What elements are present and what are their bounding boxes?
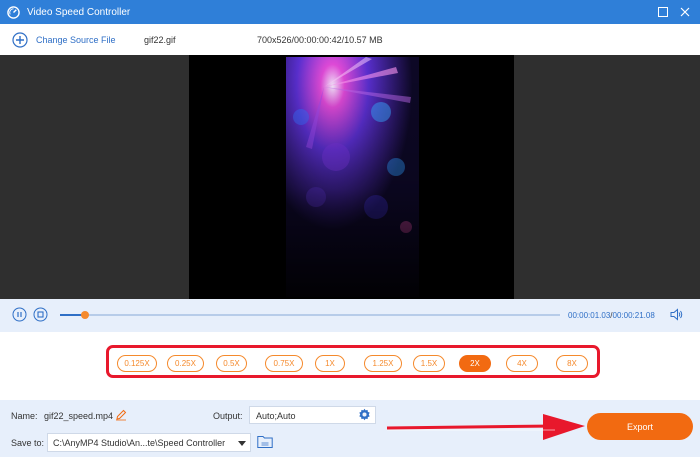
maximize-icon (658, 7, 668, 17)
app-logo-icon (7, 5, 20, 19)
speed-option-0_25X[interactable]: 0.25X (167, 355, 204, 372)
total-time: 00:00:21.08 (612, 311, 655, 320)
save-to-path: C:\AnyMP4 Studio\An...te\Speed Controlle… (53, 438, 226, 448)
speed-option-0_125X[interactable]: 0.125X (117, 355, 157, 372)
pause-button[interactable] (12, 307, 27, 322)
edit-name-icon[interactable] (115, 409, 127, 421)
maximize-button[interactable] (655, 4, 671, 20)
output-label: Output: (213, 411, 243, 421)
speed-panel: 0.125X 0.25X 0.5X 0.75X 1X 1.25X 1.5X 2X 4X 8X (0, 332, 700, 400)
speed-option-0_75X[interactable]: 0.75X (265, 355, 303, 372)
bottom-settings-bar: Name: gif22_speed.mp4 Output: Auto;Auto … (0, 400, 700, 457)
close-button[interactable] (677, 4, 693, 20)
output-settings-field[interactable]: Auto;Auto (249, 406, 376, 424)
save-to-dropdown[interactable]: C:\AnyMP4 Studio\An...te\Speed Controlle… (47, 433, 251, 452)
current-time: 00:00:01.03 (568, 311, 611, 320)
output-settings-value: Auto;Auto (256, 411, 296, 421)
speed-option-1_5X[interactable]: 1.5X (413, 355, 445, 372)
speed-option-0_5X[interactable]: 0.5X (216, 355, 247, 372)
speed-option-2X[interactable]: 2X (459, 355, 491, 372)
video-frame-image (286, 57, 419, 297)
toolbar: Change Source File gif22.gif 700x526/00:… (0, 24, 700, 55)
time-display: 00:00:01.03/00:00:21.08 (568, 311, 655, 320)
speed-option-8X[interactable]: 8X (556, 355, 588, 372)
progress-thumb[interactable] (81, 311, 89, 319)
output-name-value: gif22_speed.mp4 (44, 411, 114, 421)
speed-option-1_25X[interactable]: 1.25X (364, 355, 402, 372)
red-arrow-annotation (386, 414, 585, 440)
close-icon (680, 7, 690, 17)
playback-controls: 00:00:01.03/00:00:21.08 (0, 299, 700, 332)
save-to-label: Save to: (11, 438, 45, 448)
progress-track[interactable] (60, 311, 560, 319)
source-file-name: gif22.gif (144, 35, 176, 45)
window-title: Video Speed Controller (27, 6, 131, 18)
export-button[interactable]: Export (587, 413, 693, 440)
speed-option-4X[interactable]: 4X (506, 355, 538, 372)
name-label: Name: (11, 411, 38, 421)
change-source-file-button[interactable]: Change Source File (36, 35, 116, 45)
volume-icon[interactable] (670, 308, 683, 321)
speed-option-1X[interactable]: 1X (315, 355, 345, 372)
add-file-icon[interactable] (12, 32, 28, 48)
gear-icon[interactable] (358, 408, 371, 421)
folder-icon[interactable] (257, 435, 273, 449)
speed-options-highlight: 0.125X 0.25X 0.5X 0.75X 1X 1.25X 1.5X 2X 4X 8X (106, 345, 600, 378)
stop-button[interactable] (33, 307, 48, 322)
source-file-info: 700x526/00:00:00:42/10.57 MB (257, 35, 383, 45)
title-bar: Video Speed Controller (0, 0, 700, 24)
chevron-down-icon (238, 441, 246, 446)
